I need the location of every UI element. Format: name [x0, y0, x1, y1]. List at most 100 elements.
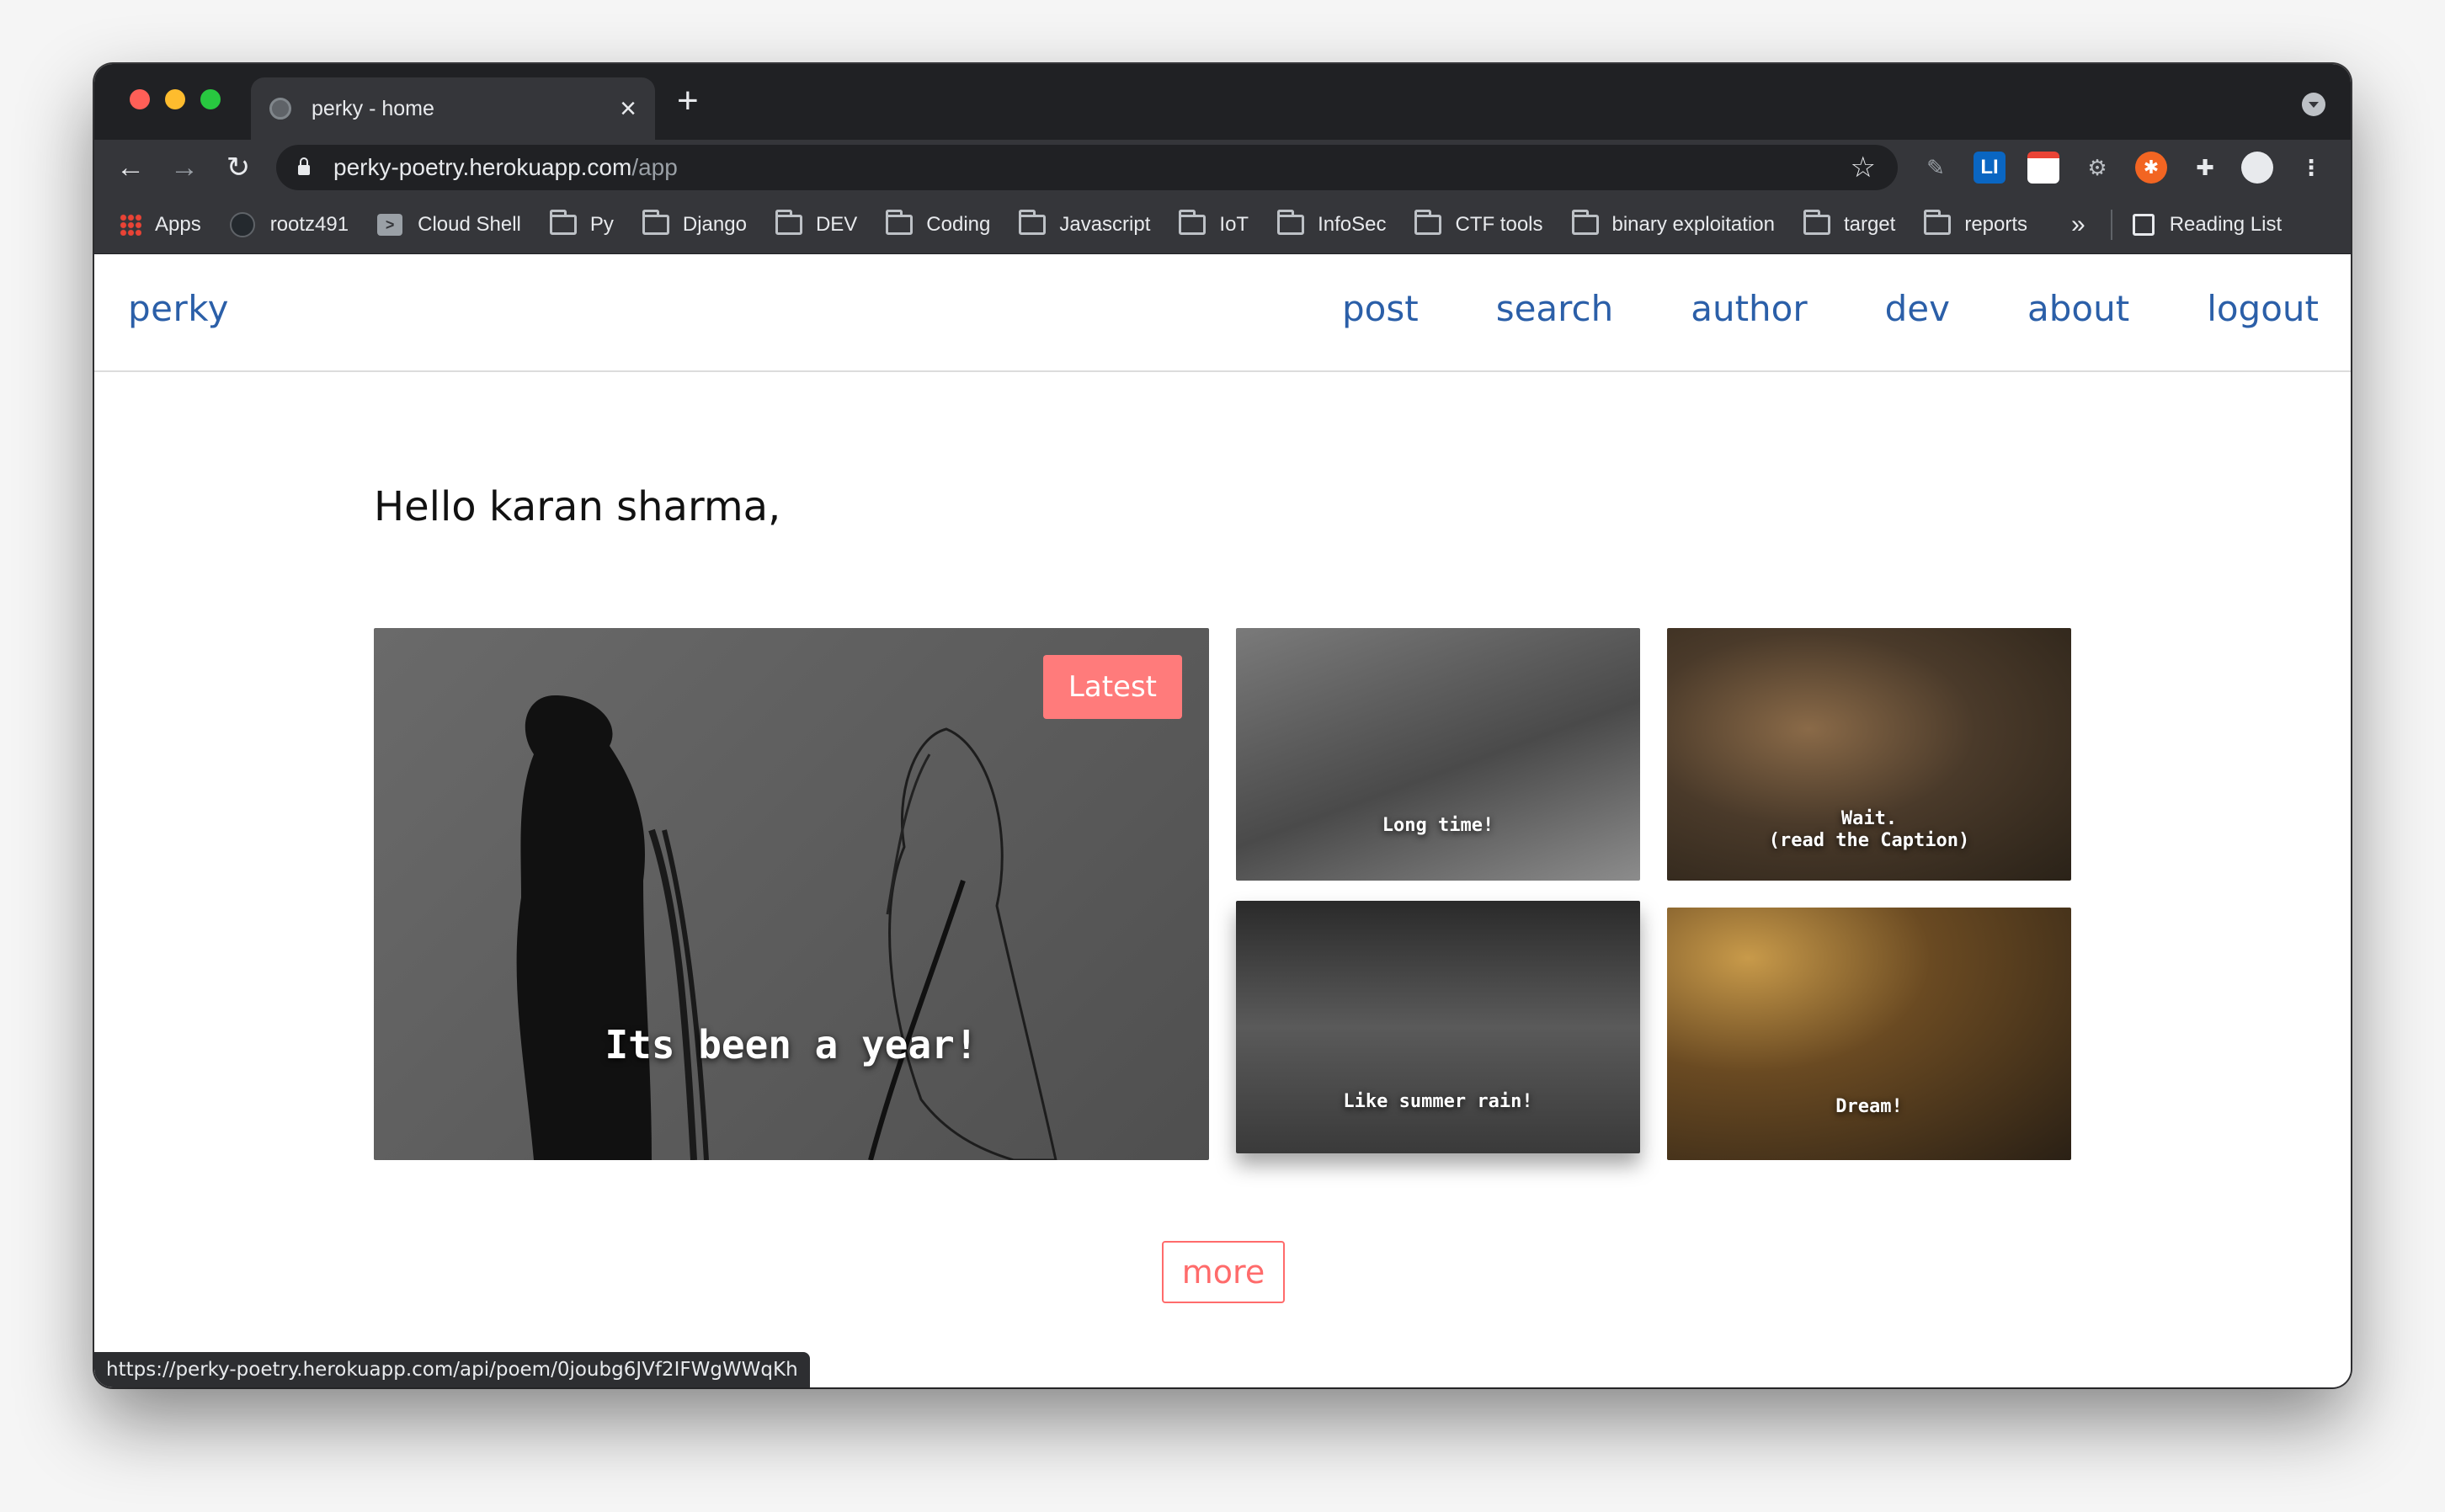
tab-search-icon[interactable] [2302, 93, 2325, 116]
bookmark-label: CTF tools [1455, 212, 1543, 236]
folder-icon [642, 209, 669, 235]
site-navbar: perky post search author dev about logou… [94, 254, 2351, 372]
bookmark-item[interactable]: > Cloud Shell [377, 213, 521, 237]
globe-icon [269, 98, 291, 120]
bookmark-item[interactable]: target [1803, 209, 1896, 237]
address-bar[interactable]: perky-poetry.herokuapp.com/app ☆ [276, 145, 1898, 190]
bookmarks-bar: Apps rootz491 > Cloud Shell Py Django DEV Codin… [94, 195, 2351, 254]
bookmark-item[interactable]: InfoSec [1277, 209, 1387, 237]
apps-grid-icon [120, 213, 141, 236]
poem-caption: Long time! [1382, 815, 1494, 836]
minimize-window-button[interactable] [165, 89, 185, 109]
bookmark-label: DEV [815, 212, 858, 236]
bookmark-label: Apps [155, 212, 201, 236]
bookmark-item[interactable]: rootz491 [229, 211, 349, 237]
bookmark-label: Javascript [1059, 212, 1151, 236]
folder-icon [1019, 209, 1047, 235]
gear-extension-icon[interactable]: ⚙ [2081, 152, 2113, 184]
nav-dev[interactable]: dev [1885, 288, 1950, 329]
profile-avatar-icon[interactable] [2241, 152, 2273, 184]
bookmark-item[interactable]: reports [1924, 209, 2028, 237]
bookmark-label: Cloud Shell [418, 212, 521, 236]
url-host: perky-poetry.herokuapp.com [333, 154, 632, 180]
poem-card[interactable]: Long time! [1236, 628, 1640, 881]
bookmark-item[interactable]: binary exploitation [1571, 209, 1775, 237]
nav-logout[interactable]: logout [2207, 288, 2319, 329]
folder-icon [1571, 209, 1599, 235]
status-bar-url: https://perky-poetry.herokuapp.com/api/p… [94, 1352, 810, 1387]
nav-post[interactable]: post [1342, 288, 1419, 329]
nav-author[interactable]: author [1691, 288, 1807, 329]
bookmark-item[interactable]: Django [642, 209, 747, 237]
folder-icon [1924, 209, 1952, 235]
bookmark-item[interactable]: Coding [886, 209, 991, 237]
calendar-extension-icon[interactable] [2027, 152, 2059, 184]
page-content: perky post search author dev about logou… [94, 254, 2351, 1387]
puzzle-extensions-icon[interactable]: ✚ [2189, 152, 2221, 184]
li-extension-icon[interactable]: LI [1974, 152, 2006, 184]
window-controls [130, 89, 221, 109]
lock-icon [298, 157, 310, 175]
folder-icon [1277, 209, 1305, 235]
bookmark-label: rootz491 [269, 212, 349, 236]
poem-card[interactable]: Wait. (read the Caption) [1667, 628, 2071, 881]
reading-list-icon [2132, 213, 2155, 236]
folder-icon [775, 209, 802, 235]
bookmark-item[interactable]: IoT [1179, 209, 1249, 237]
tab-strip: perky - home × + [94, 64, 2351, 140]
bookmark-label: reports [1964, 212, 2028, 236]
folder-icon [1414, 209, 1442, 235]
bookmark-label: Py [589, 212, 614, 236]
close-window-button[interactable] [130, 89, 150, 109]
poem-card[interactable]: Dream! [1667, 908, 2071, 1160]
folder-icon [1179, 209, 1207, 235]
folder-icon [886, 209, 914, 235]
nav-about[interactable]: about [2027, 288, 2129, 329]
bookmark-item[interactable]: CTF tools [1414, 209, 1543, 237]
close-icon[interactable]: × [620, 94, 637, 123]
orange-extension-icon[interactable]: ✱ [2135, 152, 2167, 184]
tab-title: perky - home [312, 96, 434, 120]
folder-icon [549, 209, 577, 235]
kebab-menu-icon[interactable]: ⋮ [2295, 152, 2327, 184]
github-icon [229, 211, 255, 237]
bookmark-item[interactable]: DEV [775, 209, 858, 237]
more-button[interactable]: more [1162, 1241, 1285, 1303]
browser-window: perky - home × + ← → ↻ perky-poetry.hero… [94, 64, 2351, 1387]
forward-arrow-icon[interactable]: → [165, 148, 204, 187]
poem-caption: Its been a year! [605, 1022, 978, 1067]
browser-toolbar: ← → ↻ perky-poetry.herokuapp.com/app ☆ ✎… [94, 140, 2351, 195]
tab-perky-home[interactable]: perky - home × [251, 77, 655, 140]
poem-card-latest[interactable]: Latest Its been a year! [374, 628, 1209, 1160]
bookmark-label: Coding [926, 212, 991, 236]
bookmark-label: InfoSec [1318, 212, 1387, 236]
bookmark-item[interactable]: Py [549, 209, 614, 237]
bookmark-item[interactable]: Apps [120, 213, 201, 237]
reading-list-button[interactable]: Reading List [2132, 212, 2283, 237]
terminal-icon: > [377, 213, 403, 236]
reload-icon[interactable]: ↻ [219, 148, 258, 187]
maximize-window-button[interactable] [200, 89, 221, 109]
reading-list-label: Reading List [2169, 212, 2283, 236]
bookmark-item[interactable]: Javascript [1019, 209, 1151, 237]
latest-badge: Latest [1042, 655, 1182, 719]
nav-links: post search author dev about logout [1265, 288, 2319, 329]
bookmark-label: target [1843, 212, 1896, 236]
bookmark-label: IoT [1219, 212, 1249, 236]
bookmarks-overflow-chevron-icon[interactable]: » [2071, 210, 2085, 239]
bookmark-label: Django [682, 212, 747, 236]
new-tab-button[interactable]: + [677, 83, 699, 120]
bookmark-star-icon[interactable]: ☆ [1851, 151, 1876, 184]
bookmarks-divider [2110, 209, 2112, 240]
poem-caption: Wait. (read the Caption) [1768, 808, 1970, 851]
brand-logo[interactable]: perky [128, 288, 229, 329]
poem-card[interactable]: Like summer rain! [1236, 901, 1640, 1153]
folder-icon [1803, 209, 1830, 235]
poem-caption: Like summer rain! [1343, 1091, 1533, 1112]
poem-caption: Dream! [1835, 1096, 1903, 1117]
pen-extension-icon[interactable]: ✎ [1920, 152, 1952, 184]
nav-search[interactable]: search [1496, 288, 1614, 329]
bookmark-label: binary exploitation [1611, 212, 1775, 236]
back-arrow-icon[interactable]: ← [111, 148, 150, 187]
url-path: /app [631, 154, 678, 180]
